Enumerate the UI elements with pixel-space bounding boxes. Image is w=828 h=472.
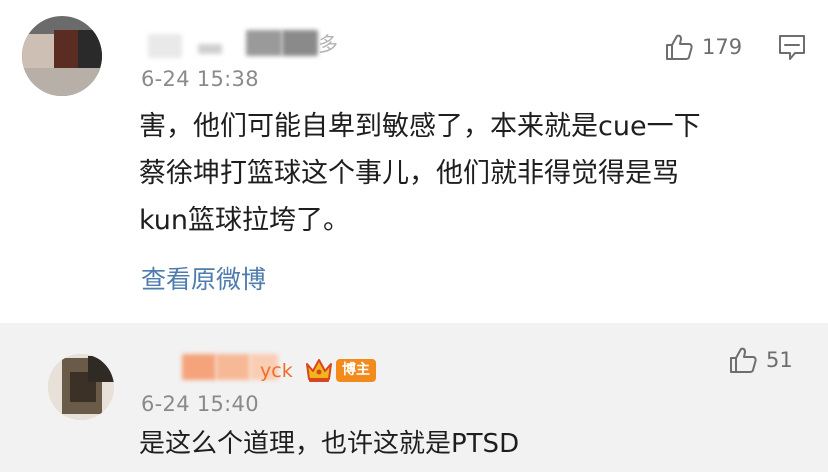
avatar[interactable] [48, 354, 114, 420]
comment-timestamp: 6-24 15:38 [141, 67, 259, 91]
comment-text-line: 害，他们可能自卑到敏感了，本来就是cue一下 [139, 111, 701, 142]
comment-text: 害，他们可能自卑到敏感了，本来就是cue一下 蔡徐坤打篮球这个事儿，他们就非得觉… [139, 103, 799, 244]
crown-icon [306, 359, 332, 382]
like-count: 51 [766, 348, 793, 372]
comment-text-line: 蔡徐坤打篮球这个事儿，他们就非得觉得是骂 [139, 158, 679, 189]
author-badge: 博主 [336, 359, 376, 382]
reply-text: 是这么个道理，也许这就是PTSD [139, 429, 520, 459]
username-fragment: 多 [318, 32, 338, 56]
thumbs-up-icon [666, 34, 693, 60]
username-fragment: yck [260, 360, 293, 382]
comment-bubble-icon[interactable] [778, 34, 806, 62]
avatar[interactable] [22, 16, 102, 96]
comment-text-line: kun篮球拉垮了。 [139, 205, 351, 236]
thumbs-up-icon [730, 347, 757, 373]
like-count: 179 [702, 35, 743, 59]
like-button[interactable]: 179 [664, 32, 742, 62]
like-button[interactable]: 51 [728, 345, 793, 375]
reply-timestamp: 6-24 15:40 [141, 392, 259, 416]
view-original-weibo-link[interactable]: 查看原微博 [141, 260, 266, 296]
